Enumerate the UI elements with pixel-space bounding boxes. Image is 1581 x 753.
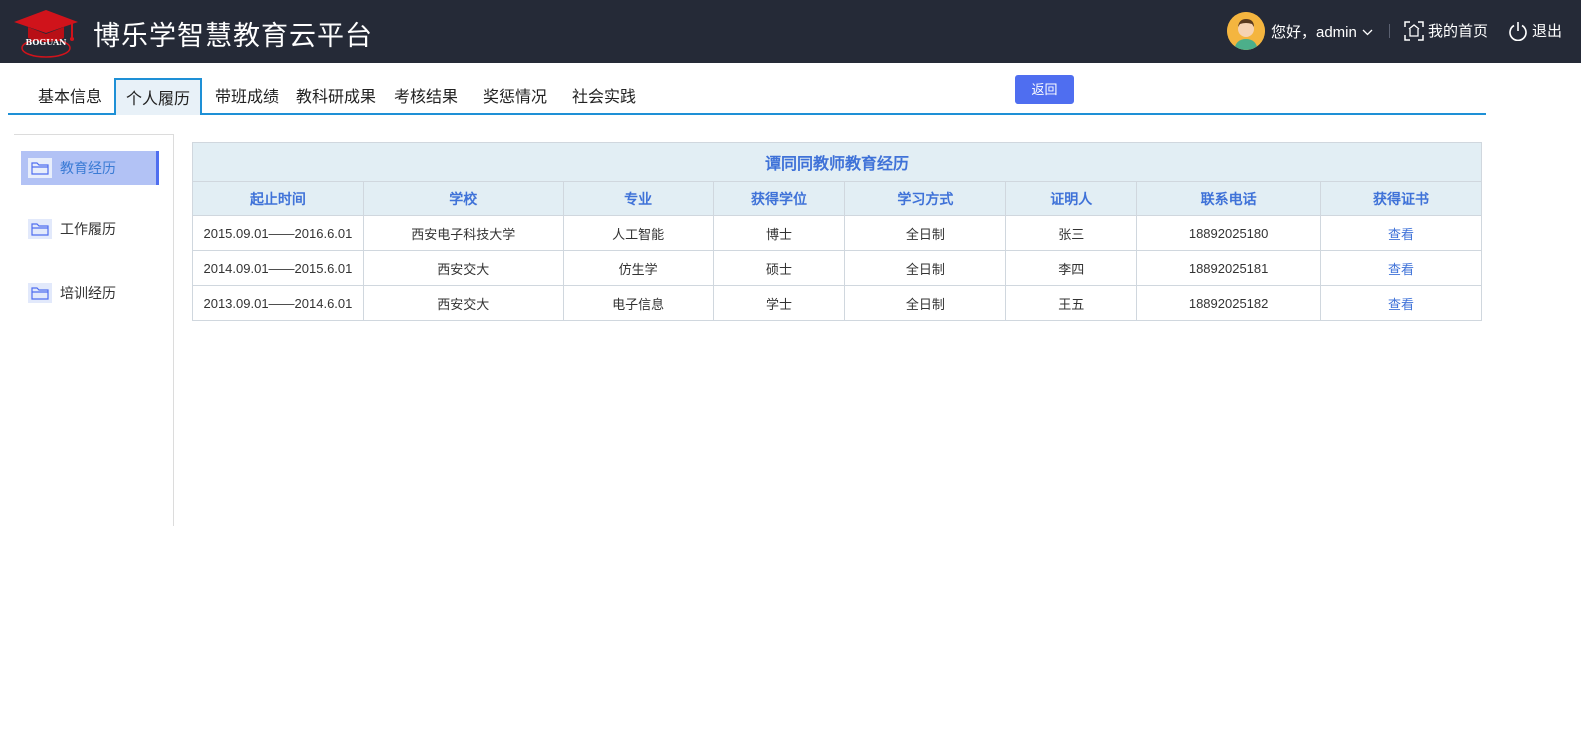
table-cell: 2014.09.01——2015.6.01 xyxy=(192,250,364,286)
table-row: 2013.09.01——2014.6.01 西安交大 电子信息 学士 全日制 王… xyxy=(192,285,1482,321)
table-cell: 博士 xyxy=(712,215,846,251)
user-dropdown[interactable]: 您好，admin xyxy=(1271,21,1373,42)
view-certificate-link[interactable]: 查看 xyxy=(1320,250,1482,286)
table-cell: 2015.09.01——2016.6.01 xyxy=(192,215,364,251)
back-button[interactable]: 返回 xyxy=(1015,75,1074,104)
table-cell: 人工智能 xyxy=(562,215,714,251)
table-cell: 电子信息 xyxy=(562,285,714,321)
tab-assessment[interactable]: 考核结果 xyxy=(388,78,464,115)
view-certificate-link[interactable]: 查看 xyxy=(1320,285,1482,321)
tab-rewards[interactable]: 奖惩情况 xyxy=(477,78,553,115)
folder-icon xyxy=(28,219,52,239)
tab-research[interactable]: 教科研成果 xyxy=(291,78,381,115)
view-certificate-link[interactable]: 查看 xyxy=(1320,215,1482,251)
column-header: 联系电话 xyxy=(1136,181,1322,216)
folder-icon xyxy=(28,283,52,303)
power-icon xyxy=(1509,21,1527,41)
table-cell: 全日制 xyxy=(844,250,1007,286)
chevron-down-icon xyxy=(1362,23,1373,40)
column-header: 证明人 xyxy=(1005,181,1138,216)
table-row: 2014.09.01——2015.6.01 西安交大 仿生学 硕士 全日制 李四… xyxy=(192,250,1482,286)
folder-icon xyxy=(28,158,52,178)
sidebar-item-label: 培训经历 xyxy=(60,286,116,302)
logout-label: 退出 xyxy=(1532,23,1563,40)
sidebar-item-label: 教育经历 xyxy=(60,161,116,177)
table-cell: 全日制 xyxy=(844,285,1007,321)
table-cell: 18892025181 xyxy=(1136,250,1322,286)
sidebar-item-work[interactable]: 工作履历 xyxy=(21,212,159,246)
table-cell: 西安交大 xyxy=(362,250,564,286)
column-header: 专业 xyxy=(562,181,714,216)
user-menu[interactable]: 您好，admin xyxy=(1227,12,1373,50)
table-cell: 西安交大 xyxy=(362,285,564,321)
tab-social-practice[interactable]: 社会实践 xyxy=(566,78,642,115)
education-table: 谭同同教师教育经历 起止时间 学校 专业 获得学位 学习方式 证明人 联系电话 … xyxy=(192,142,1482,321)
greeting-text: 您好，admin xyxy=(1271,23,1357,41)
tab-basic-info[interactable]: 基本信息 xyxy=(26,78,114,115)
app-title: 博乐学智慧教育云平台 xyxy=(93,21,373,52)
logo: BOGUAN xyxy=(12,8,82,58)
table-header-row: 起止时间 学校 专业 获得学位 学习方式 证明人 联系电话 获得证书 xyxy=(192,181,1482,216)
table-cell: 18892025180 xyxy=(1136,215,1322,251)
tab-bar: 基本信息 个人履历 带班成绩 教科研成果 考核结果 奖惩情况 社会实践 xyxy=(8,78,1486,115)
table-cell: 全日制 xyxy=(844,215,1007,251)
home-label: 我的首页 xyxy=(1428,23,1489,40)
column-header: 起止时间 xyxy=(192,181,364,216)
header-divider xyxy=(1389,24,1390,38)
column-header: 学习方式 xyxy=(844,181,1007,216)
table-cell: 仿生学 xyxy=(562,250,714,286)
tab-class-results[interactable]: 带班成绩 xyxy=(208,78,286,115)
table-cell: 王五 xyxy=(1005,285,1138,321)
home-link[interactable]: 我的首页 xyxy=(1404,20,1488,41)
column-header: 学校 xyxy=(362,181,564,216)
graduation-cap-icon: BOGUAN xyxy=(14,10,78,58)
table-cell: 2013.09.01——2014.6.01 xyxy=(192,285,364,321)
tab-resume[interactable]: 个人履历 xyxy=(114,78,202,115)
top-header: BOGUAN 博乐学智慧教育云平台 您好，admin 我的首页 退出 xyxy=(0,0,1581,63)
user-avatar-icon xyxy=(1227,12,1265,50)
table-title: 谭同同教师教育经历 xyxy=(192,142,1482,182)
sidebar-item-training[interactable]: 培训经历 xyxy=(21,276,159,310)
sidebar-item-label: 工作履历 xyxy=(60,222,116,238)
avatar[interactable] xyxy=(1227,12,1265,50)
table-cell: 张三 xyxy=(1005,215,1138,251)
table-cell: 学士 xyxy=(712,285,846,321)
sidebar-item-education[interactable]: 教育经历 xyxy=(21,151,159,185)
logout-link[interactable]: 退出 xyxy=(1508,20,1562,41)
column-header: 获得学位 xyxy=(712,181,846,216)
sidebar: 教育经历 工作履历 培训经历 xyxy=(14,134,174,526)
logo-text: BOGUAN xyxy=(26,37,67,47)
table-cell: 硕士 xyxy=(712,250,846,286)
column-header: 获得证书 xyxy=(1320,181,1482,216)
table-cell: 18892025182 xyxy=(1136,285,1322,321)
table-row: 2015.09.01——2016.6.01 西安电子科技大学 人工智能 博士 全… xyxy=(192,215,1482,251)
education-table-container: 谭同同教师教育经历 起止时间 学校 专业 获得学位 学习方式 证明人 联系电话 … xyxy=(192,142,1482,321)
table-cell: 李四 xyxy=(1005,250,1138,286)
table-cell: 西安电子科技大学 xyxy=(362,215,564,251)
home-frame-icon xyxy=(1404,20,1424,41)
